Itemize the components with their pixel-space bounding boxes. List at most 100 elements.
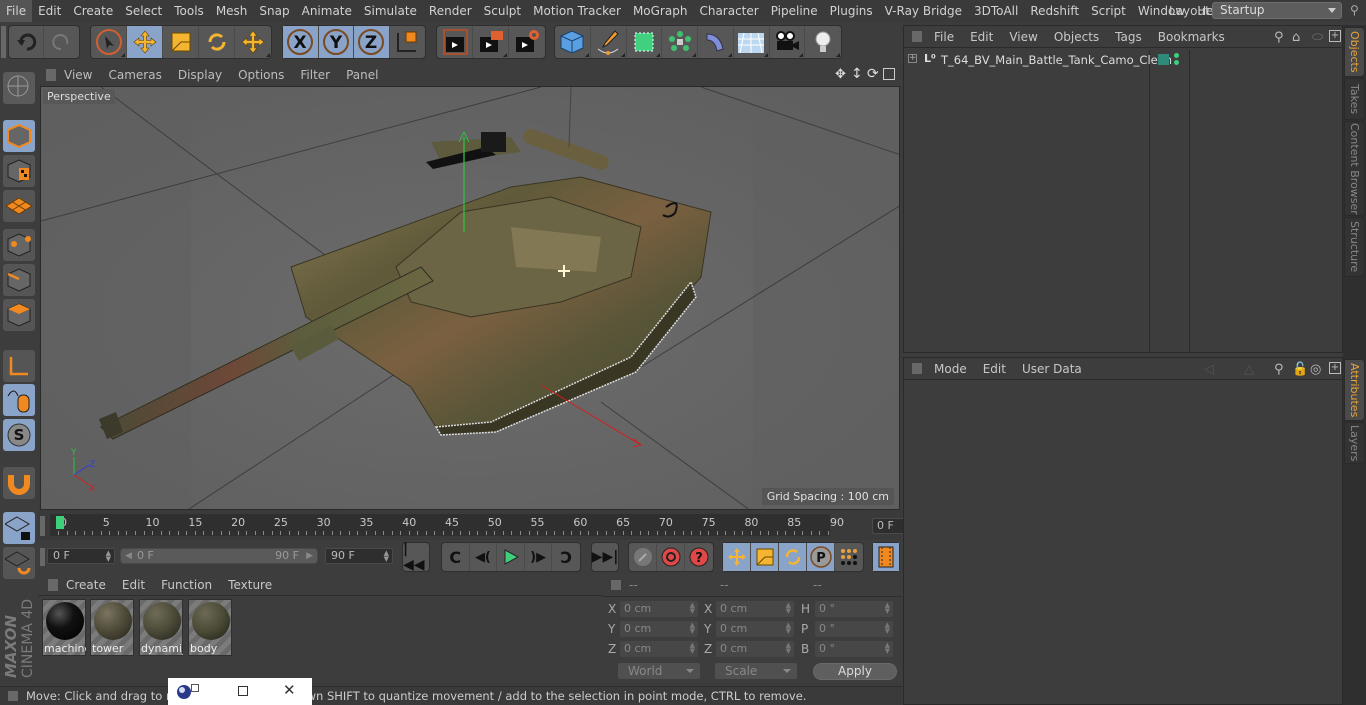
viewport-grip[interactable] [46, 69, 56, 81]
toolbar-grip[interactable] [1, 26, 6, 58]
object-menu-file[interactable]: File [926, 30, 962, 44]
menu-v-ray-bridge[interactable]: V-Ray Bridge [879, 0, 968, 22]
transform-tool[interactable] [235, 26, 271, 58]
menu-3dtoall[interactable]: 3DToAll [968, 0, 1024, 22]
model-mode-button[interactable] [3, 120, 35, 152]
bend-deformer-button[interactable] [698, 26, 734, 58]
coordinate-space-dropdown[interactable]: World [618, 663, 700, 679]
next-frame-button[interactable]: )▶ [525, 543, 553, 571]
menu-select[interactable]: Select [119, 0, 168, 22]
maximize-icon[interactable] [238, 686, 248, 696]
scale-tool[interactable] [163, 26, 199, 58]
menu-create[interactable]: Create [67, 0, 119, 22]
material-grip[interactable] [48, 579, 58, 591]
rotation-field[interactable]: 0 ° ▲ ▼ [815, 641, 893, 657]
tab-takes[interactable]: Takes [1344, 78, 1365, 120]
viewport-maximize-icon[interactable] [883, 68, 895, 80]
play-button[interactable] [497, 543, 525, 571]
go-to-end-button[interactable]: ▶▶| [592, 543, 619, 571]
tab-structure[interactable]: Structure [1344, 217, 1365, 277]
move-tool[interactable] [127, 26, 163, 58]
key-pla-button[interactable] [835, 543, 863, 571]
menu-script[interactable]: Script [1085, 0, 1132, 22]
object-menu-edit[interactable]: Edit [962, 30, 1001, 44]
material-swatch[interactable]: machine [42, 599, 86, 656]
key-parameter-button[interactable]: P [807, 543, 835, 571]
lock-icon[interactable]: 🔓 [1292, 362, 1308, 377]
search-icon[interactable]: ⚲ [1274, 30, 1284, 45]
next-keyframe-button[interactable]: Ɔ [552, 543, 580, 571]
live-selection-tool[interactable] [91, 26, 127, 58]
coordinate-system-button[interactable] [390, 26, 425, 58]
menu-sculpt[interactable]: Sculpt [478, 0, 527, 22]
size-field[interactable]: 0 cm ▲ ▼ [716, 601, 794, 617]
tab-layers[interactable]: Layers [1344, 422, 1365, 464]
material-menu-function[interactable]: Function [153, 578, 220, 592]
close-icon[interactable]: ✕ [283, 681, 296, 699]
object-grip[interactable] [912, 31, 922, 42]
record-keys-button[interactable] [629, 543, 657, 571]
light-button[interactable] [805, 26, 841, 58]
spinner-icon[interactable]: ▲▼ [786, 622, 791, 635]
menu-render[interactable]: Render [423, 0, 478, 22]
size-field[interactable]: 0 cm ▲ ▼ [716, 641, 794, 657]
size-mode-dropdown[interactable]: Scale [715, 663, 797, 679]
restore-icon[interactable] [191, 684, 199, 692]
position-field[interactable]: 0 cm ▲ ▼ [620, 621, 698, 637]
menu-mograph[interactable]: MoGraph [627, 0, 694, 22]
rotate-tool[interactable] [199, 26, 235, 58]
object-name[interactable]: T_64_BV_Main_Battle_Tank_Camo_Clean [941, 53, 1172, 67]
new-panel-icon[interactable]: + [1329, 30, 1341, 42]
menu-simulate[interactable]: Simulate [358, 0, 423, 22]
polygons-mode-button[interactable] [3, 299, 35, 331]
solo-button[interactable]: S [3, 419, 35, 451]
frame-range-slider[interactable]: ◀ 0 F 90 F ▶ [120, 548, 318, 564]
menu-mesh[interactable]: Mesh [210, 0, 254, 22]
viewport-dolly-icon[interactable]: ↕ [851, 66, 863, 82]
range-left-arrow-icon[interactable]: ◀ [125, 549, 132, 563]
timeline-grip[interactable] [40, 516, 45, 536]
workplane-mode-button[interactable] [3, 190, 35, 222]
menu-snap[interactable]: Snap [253, 0, 295, 22]
viewport-menu-view[interactable]: View [56, 68, 100, 82]
material-swatch[interactable]: body [188, 599, 232, 656]
menu-edit[interactable]: Edit [32, 0, 67, 22]
object-menu-objects[interactable]: Objects [1046, 30, 1107, 44]
menu-plugins[interactable]: Plugins [824, 0, 879, 22]
timeline-window-button[interactable] [873, 543, 899, 571]
make-editable-button[interactable] [3, 72, 35, 104]
object-tag-icon[interactable] [1158, 54, 1169, 65]
key-position-button[interactable] [723, 543, 751, 571]
material-menu-texture[interactable]: Texture [220, 578, 280, 592]
timeline-ruler[interactable]: 051015202530354045505560657075808590 [50, 514, 844, 536]
texture-mode-button[interactable] [3, 155, 35, 187]
attribute-menu-mode[interactable]: Mode [926, 362, 975, 376]
menu-motion-tracker[interactable]: Motion Tracker [527, 0, 627, 22]
attribute-grip[interactable] [912, 363, 922, 374]
attribute-menu-user-data[interactable]: User Data [1014, 362, 1090, 376]
spinner-icon[interactable]: ▲▼ [384, 550, 389, 563]
x-axis-lock[interactable]: X [283, 26, 319, 58]
search-icon[interactable]: ⚲ [1274, 362, 1284, 377]
editor-visibility-dot[interactable] [1174, 53, 1179, 58]
snap-button[interactable] [3, 467, 35, 499]
material-swatch[interactable]: tower [90, 599, 134, 656]
menu-tools[interactable]: Tools [168, 0, 210, 22]
viewport-pan-icon[interactable]: ✥ [835, 67, 846, 82]
points-mode-button[interactable] [3, 229, 35, 261]
viewport-menu-panel[interactable]: Panel [338, 68, 386, 82]
tab-content-browser[interactable]: Content Browser [1344, 121, 1365, 216]
spinner-icon[interactable]: ▲▼ [690, 622, 695, 635]
render-view-button[interactable] [437, 26, 473, 58]
spinner-icon[interactable]: ▲▼ [885, 602, 890, 615]
spinner-icon[interactable]: ▲▼ [885, 642, 890, 655]
key-rotation-button[interactable] [779, 543, 807, 571]
render-to-picture-viewer-button[interactable] [473, 26, 509, 58]
tweak-mode-button[interactable] [3, 384, 35, 416]
range-right-arrow-icon[interactable]: ▶ [306, 549, 313, 563]
spinner-icon[interactable]: ▲▼ [690, 602, 695, 615]
object-menu-tags[interactable]: Tags [1107, 30, 1150, 44]
minimized-window-bar[interactable]: ✕ [168, 678, 312, 705]
apply-button[interactable]: Apply [813, 663, 897, 680]
key-scale-button[interactable] [751, 543, 779, 571]
